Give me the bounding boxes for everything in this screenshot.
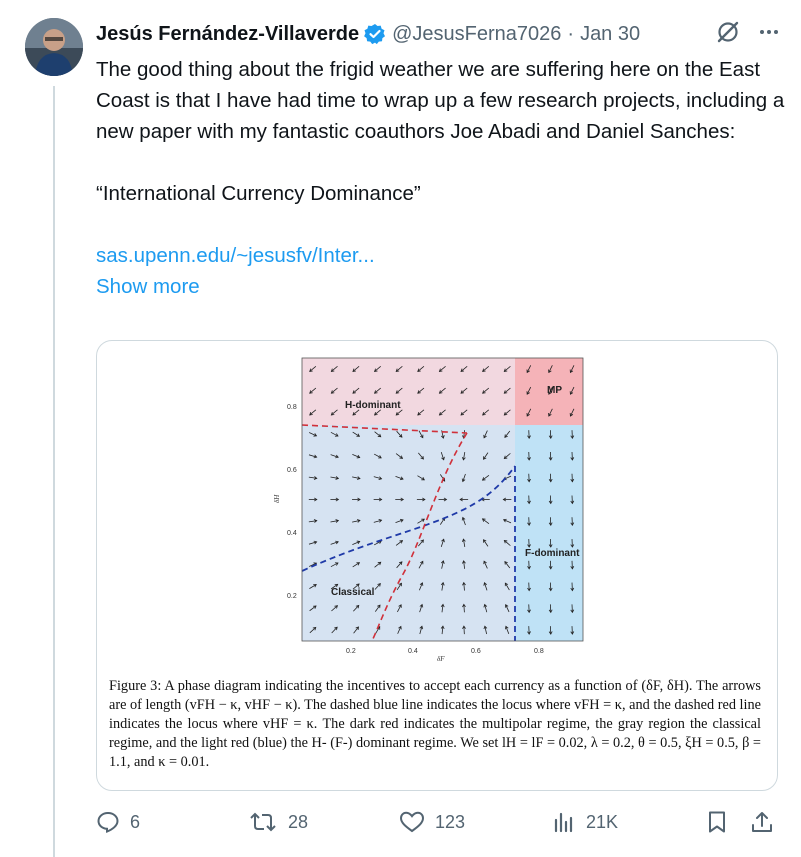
y-tick-label: 0.4: [287, 530, 297, 537]
like-count: 123: [435, 811, 466, 832]
classical-label: Classical: [331, 587, 375, 598]
x-tick-label: 0.2: [346, 648, 356, 655]
verified-badge-icon: [364, 23, 386, 45]
reply-icon: [97, 811, 119, 833]
avatar-photo: [25, 18, 83, 76]
x-tick-label: 0.8: [534, 648, 544, 655]
tweet-paragraph: The good thing about the frigid weather …: [96, 58, 785, 143]
bookmark-icon: [709, 811, 725, 833]
avatar[interactable]: [25, 18, 83, 76]
repost-button[interactable]: 28: [248, 810, 308, 834]
tweet-actions: 6 28 123 21K: [96, 810, 786, 840]
y-axis-label: δH: [273, 494, 281, 503]
separator-dot: ·: [567, 22, 575, 45]
phase-diagram: H-dominant MP Classical F-dominant 0.2 0…: [273, 357, 584, 663]
media-image[interactable]: H-dominant MP Classical F-dominant 0.2 0…: [96, 340, 778, 791]
author-handle[interactable]: @JesusFerna7026: [392, 23, 561, 46]
f-dominant-label: F-dominant: [525, 548, 580, 559]
share-icon: [752, 812, 772, 832]
tweet-date[interactable]: Jan 30: [580, 23, 640, 46]
more-icon[interactable]: [757, 20, 781, 49]
h-dominant-label: H-dominant: [345, 400, 401, 411]
tweet-header: Jesús Fernández-Villaverde @JesusFerna70…: [96, 20, 781, 48]
like-icon: [399, 811, 425, 833]
repost-count: 28: [288, 811, 309, 832]
share-button[interactable]: [750, 810, 774, 834]
paper-title: “International Currency Dominance”: [96, 182, 421, 205]
y-tick-label: 0.2: [287, 593, 297, 600]
tweet-text: The good thing about the frigid weather …: [96, 54, 786, 302]
views-button[interactable]: 21K: [552, 810, 618, 834]
reply-count: 6: [130, 811, 141, 832]
thread-line: [53, 86, 55, 857]
mp-label: MP: [547, 385, 562, 396]
author-name[interactable]: Jesús Fernández-Villaverde: [96, 23, 359, 46]
paper-link[interactable]: sas.upenn.edu/~jesusfv/Inter...: [96, 244, 375, 267]
f-dominant-region: [515, 425, 583, 641]
grok-icon[interactable]: [715, 19, 741, 50]
bookmark-button[interactable]: [706, 810, 728, 834]
like-button[interactable]: 123: [399, 810, 465, 834]
reply-button[interactable]: 6: [96, 810, 140, 834]
views-icon: [554, 812, 573, 833]
show-more-link[interactable]: Show more: [96, 275, 200, 298]
repost-icon: [250, 812, 276, 832]
x-axis-label: δF: [437, 655, 445, 663]
x-tick-label: 0.6: [471, 648, 481, 655]
views-count: 21K: [586, 811, 619, 832]
y-tick-label: 0.6: [287, 467, 297, 474]
x-tick-label: 0.4: [408, 648, 418, 655]
y-tick-label: 0.8: [287, 404, 297, 411]
figure-caption: Figure 3: A phase diagram indicating the…: [109, 678, 761, 770]
